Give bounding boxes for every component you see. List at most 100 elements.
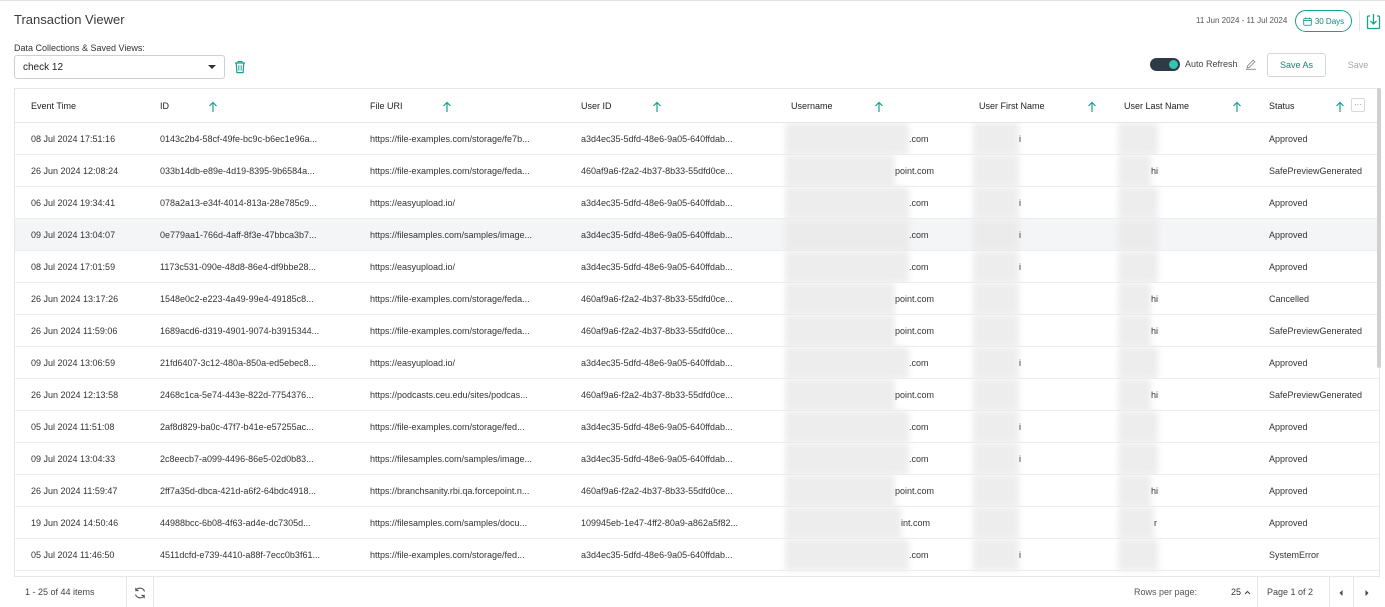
last-name-cell: hi [1151, 390, 1159, 400]
redacted-first-name [973, 123, 1019, 155]
sort-arrow-up-icon[interactable] [442, 100, 452, 112]
sort-arrow-up-icon[interactable] [1232, 100, 1242, 112]
user-id-cell: a3d4ec35-5dfd-48e6-9a05-640ffdab... [581, 454, 733, 464]
table-row[interactable]: 09 Jul 2024 13:06:59 21fd6407-3c12-480a-… [15, 347, 1379, 379]
status-cell: Cancelled [1269, 294, 1310, 304]
file-uri-cell: https://file-examples.com/storage/feda..… [370, 326, 530, 336]
column-header-user-id[interactable]: User ID [581, 89, 612, 123]
rows-per-page-label: Rows per page: [1134, 587, 1198, 597]
page-title: Transaction Viewer [14, 12, 125, 27]
first-name-cell: i [1019, 422, 1021, 432]
footer-divider [1329, 577, 1330, 607]
table-row[interactable]: 26 Jun 2024 12:08:24 033b14db-e89e-4d19-… [15, 155, 1379, 187]
table-row[interactable]: 05 Jul 2024 11:51:08 2af8d829-ba0c-47f7-… [15, 411, 1379, 443]
redacted-first-name [973, 475, 1019, 507]
redacted-username [785, 507, 901, 539]
username-cell: .com [909, 198, 929, 208]
last-name-cell: hi [1151, 326, 1159, 336]
username-cell: .com [909, 262, 929, 272]
sort-arrow-up-icon[interactable] [652, 100, 662, 112]
first-name-cell: i [1019, 550, 1021, 560]
first-name-cell: i [1019, 198, 1021, 208]
table-row[interactable]: 26 Jun 2024 11:59:06 1689acd6-d319-4901-… [15, 315, 1379, 347]
table-row[interactable]: 26 Jun 2024 13:17:26 1548e0c2-e223-4a49-… [15, 283, 1379, 315]
last-name-cell [1158, 411, 1198, 443]
column-header-username[interactable]: Username [791, 89, 833, 123]
file-uri-cell: https://file-examples.com/storage/fe7b..… [370, 134, 530, 144]
chevron-up-icon [1244, 590, 1251, 594]
redacted-username [785, 123, 909, 155]
rows-per-page-select[interactable]: 25 [1231, 587, 1251, 597]
column-header-user-first-name[interactable]: User First Name [979, 89, 1045, 123]
sort-arrow-up-icon[interactable] [208, 100, 218, 112]
file-uri-cell: https://filesamples.com/samples/image... [370, 230, 533, 240]
save-button[interactable]: Save [1340, 53, 1376, 77]
toggle-knob [1169, 60, 1178, 69]
first-name-cell [1019, 315, 1059, 347]
footer-divider [126, 577, 127, 607]
column-header-user-last-name[interactable]: User Last Name [1124, 89, 1189, 123]
file-uri-cell: https://podcasts.ceu.edu/sites/podcas... [370, 390, 528, 400]
first-name-cell [1019, 507, 1059, 539]
refresh-icon[interactable] [133, 586, 147, 600]
previous-page-button[interactable] [1334, 586, 1348, 600]
table-row[interactable]: 06 Jul 2024 19:34:41 078a2a13-e34f-4014-… [15, 187, 1379, 219]
column-header-status[interactable]: Status [1269, 89, 1295, 123]
redacted-first-name [973, 219, 1019, 251]
username-cell: point.com [895, 390, 935, 400]
first-name-cell [1019, 475, 1059, 507]
first-name-cell: i [1019, 230, 1021, 240]
column-header-id[interactable]: ID [160, 89, 169, 123]
last-name-cell: hi [1151, 166, 1159, 176]
event-time-cell: 08 Jul 2024 17:51:16 [31, 134, 116, 144]
trash-icon[interactable] [233, 60, 247, 74]
footer-divider [1257, 577, 1258, 607]
sort-arrow-up-icon[interactable] [1087, 100, 1097, 112]
data-collection-select[interactable]: check 12 [14, 55, 225, 79]
pencil-icon[interactable] [1245, 58, 1257, 70]
column-menu-button[interactable]: ··· [1351, 98, 1365, 112]
event-time-cell: 09 Jul 2024 13:04:33 [31, 454, 116, 464]
table-row[interactable]: 26 Jun 2024 12:13:58 2468c1ca-5e74-443e-… [15, 379, 1379, 411]
user-id-cell: a3d4ec35-5dfd-48e6-9a05-640ffdab... [581, 230, 733, 240]
vertical-scrollbar-thumb[interactable] [1377, 88, 1381, 368]
redacted-last-name [1118, 539, 1158, 571]
first-name-cell [1019, 155, 1059, 187]
table-row[interactable]: 05 Jul 2024 11:46:50 4511dcfd-e739-4410-… [15, 539, 1379, 571]
status-cell: Approved [1269, 422, 1308, 432]
table-row[interactable]: 19 Jun 2024 14:50:46 44988bcc-6b08-4f63-… [15, 507, 1379, 539]
file-uri-cell: https://easyupload.io/ [370, 262, 456, 272]
user-id-cell: 460af9a6-f2a2-4b37-8b33-55dfd0ce... [581, 166, 733, 176]
user-id-cell: a3d4ec35-5dfd-48e6-9a05-640ffdab... [581, 134, 733, 144]
username-cell: point.com [895, 486, 935, 496]
export-button[interactable] [1362, 10, 1384, 32]
redacted-username [785, 475, 895, 507]
date-range-button[interactable]: 30 Days [1295, 10, 1352, 32]
id-cell: 2ff7a35d-dbca-421d-a6f2-64bdc4918... [160, 486, 316, 496]
redacted-last-name [1118, 507, 1154, 539]
sort-arrow-up-icon[interactable] [1335, 100, 1345, 112]
table-row[interactable]: 26 Jun 2024 11:59:47 2ff7a35d-dbca-421d-… [15, 475, 1379, 507]
next-page-button[interactable] [1360, 586, 1374, 600]
redacted-first-name [973, 507, 1019, 539]
file-uri-cell: https://file-examples.com/storage/fed... [370, 550, 525, 560]
date-range-text: 11 Jun 2024 - 11 Jul 2024 [1196, 16, 1288, 25]
status-cell: Approved [1269, 230, 1308, 240]
id-cell: 033b14db-e89e-4d19-8395-9b6584a... [160, 166, 315, 176]
save-as-button[interactable]: Save As [1267, 53, 1326, 77]
column-header-file-uri[interactable]: File URI [370, 89, 403, 123]
column-header-event-time[interactable]: Event Time [31, 89, 76, 123]
auto-refresh-label: Auto Refresh [1185, 59, 1238, 69]
status-cell: SafePreviewGenerated [1269, 326, 1363, 336]
table-row[interactable]: 09 Jul 2024 13:04:07 0e779aa1-766d-4aff-… [15, 219, 1379, 251]
chevron-left-icon [1339, 590, 1343, 596]
auto-refresh-toggle[interactable] [1150, 58, 1180, 71]
redacted-username [785, 251, 909, 283]
table-row[interactable]: 09 Jul 2024 13:04:33 2c8eecb7-a099-4496-… [15, 443, 1379, 475]
redacted-last-name [1118, 251, 1158, 283]
sort-arrow-up-icon[interactable] [874, 100, 884, 112]
redacted-last-name [1118, 219, 1158, 251]
username-cell: .com [909, 134, 929, 144]
table-row[interactable]: 08 Jul 2024 17:01:59 1173c531-090e-48d8-… [15, 251, 1379, 283]
table-row[interactable]: 08 Jul 2024 17:51:16 0143c2b4-58cf-49fe-… [15, 123, 1379, 155]
